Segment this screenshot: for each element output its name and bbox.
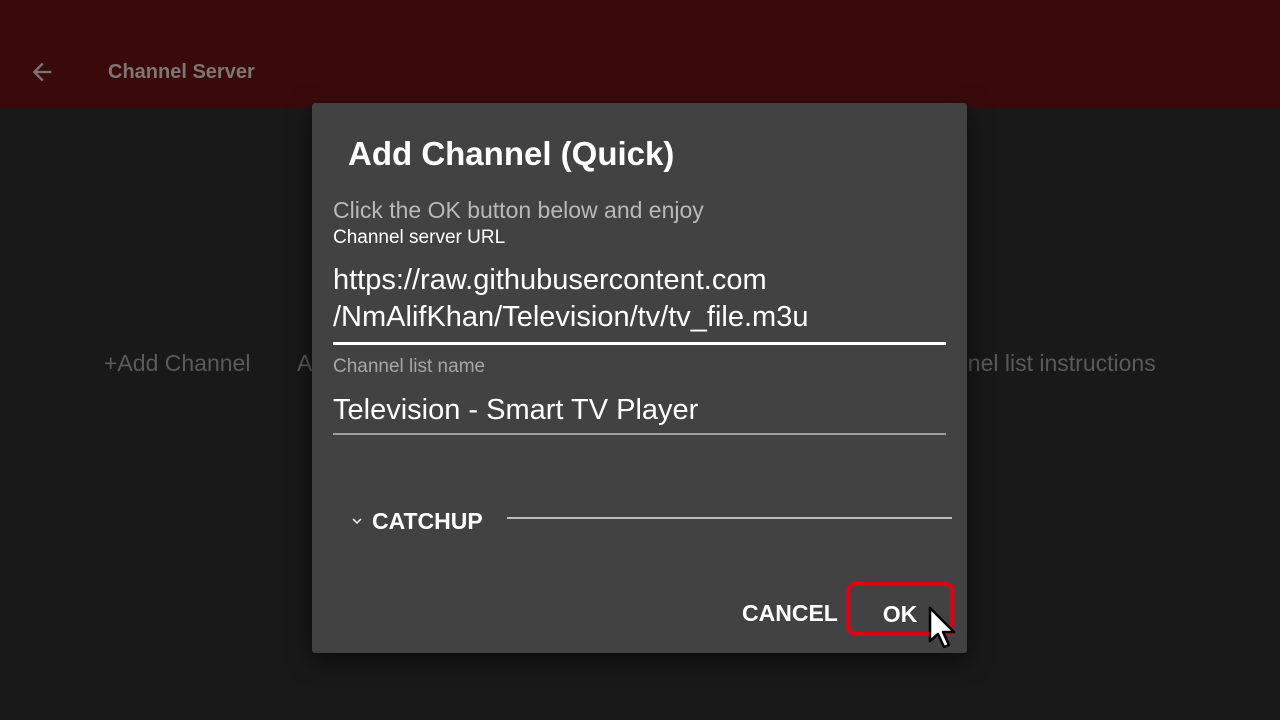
url-value-line1: https://raw.githubusercontent.com — [333, 264, 767, 296]
dialog-title: Add Channel (Quick) — [348, 135, 675, 172]
channel-server-url-label: Channel server URL — [333, 227, 506, 248]
url-value-line2: /NmAlifKhan/Television/tv/tv_file.m3u — [333, 301, 809, 333]
dialog-message: Click the OK button below and enjoy — [333, 197, 704, 223]
arrow-left-icon[interactable] — [28, 58, 56, 86]
background-action-partial[interactable]: A — [297, 350, 312, 377]
add-channel-dialog: Add Channel (Quick) Click the OK button … — [312, 103, 967, 653]
channel-list-instructions-button[interactable]: nnel list instructions — [955, 350, 1156, 377]
catchup-toggle[interactable]: CATCHUP — [348, 506, 483, 536]
channel-server-url-input[interactable]: https://raw.githubusercontent.com /NmAli… — [333, 262, 946, 345]
catchup-label: CATCHUP — [372, 507, 483, 534]
mouse-pointer-icon — [928, 606, 956, 649]
chevron-down-icon — [352, 518, 362, 524]
channel-list-name-label: Channel list name — [333, 356, 486, 377]
cancel-button[interactable]: CANCEL — [736, 587, 842, 637]
add-channel-button[interactable]: +Add Channel — [104, 350, 250, 377]
channel-list-name-input[interactable]: Television - Smart TV Player — [333, 392, 946, 435]
page-title: Channel Server — [108, 61, 255, 83]
catchup-divider — [507, 517, 952, 519]
app-bar: Channel Server — [0, 0, 1280, 108]
